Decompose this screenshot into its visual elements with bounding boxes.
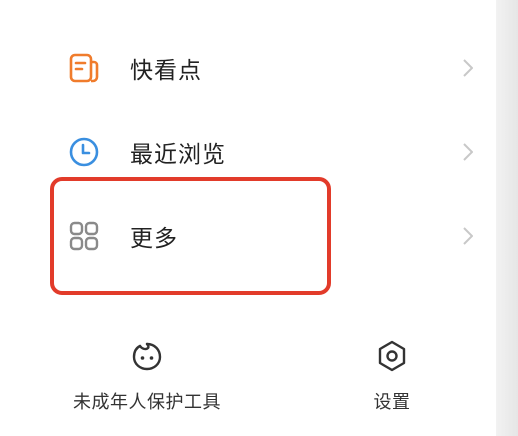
clock-icon: [66, 134, 102, 170]
menu-item-kuaikandian[interactable]: 快看点: [0, 26, 496, 110]
minor-protection-tool-button[interactable]: 未成年人保护工具: [62, 338, 232, 418]
child-face-icon: [129, 338, 165, 374]
menu-item-recent-browsing[interactable]: 最近浏览: [0, 110, 496, 194]
menu-item-label: 最近浏览: [130, 142, 226, 168]
settings-label: 设置: [373, 392, 411, 413]
right-edge-panel: [496, 0, 518, 436]
minor-protection-tool-label: 未成年人保护工具: [73, 392, 221, 413]
chevron-right-icon: [460, 224, 476, 248]
settings-button[interactable]: 设置: [352, 338, 432, 418]
menu-item-label: 快看点: [130, 58, 202, 84]
chevron-right-icon: [460, 56, 476, 80]
screen: 快看点 最近浏览 更多 未成年人保护工具 设置: [0, 0, 518, 436]
menu-item-label: 更多: [130, 226, 178, 252]
menu-item-more[interactable]: 更多: [0, 194, 496, 278]
grid-icon: [66, 218, 102, 254]
settings-hexagon-icon: [374, 338, 410, 374]
news-doc-icon: [66, 50, 102, 86]
chevron-right-icon: [460, 140, 476, 164]
